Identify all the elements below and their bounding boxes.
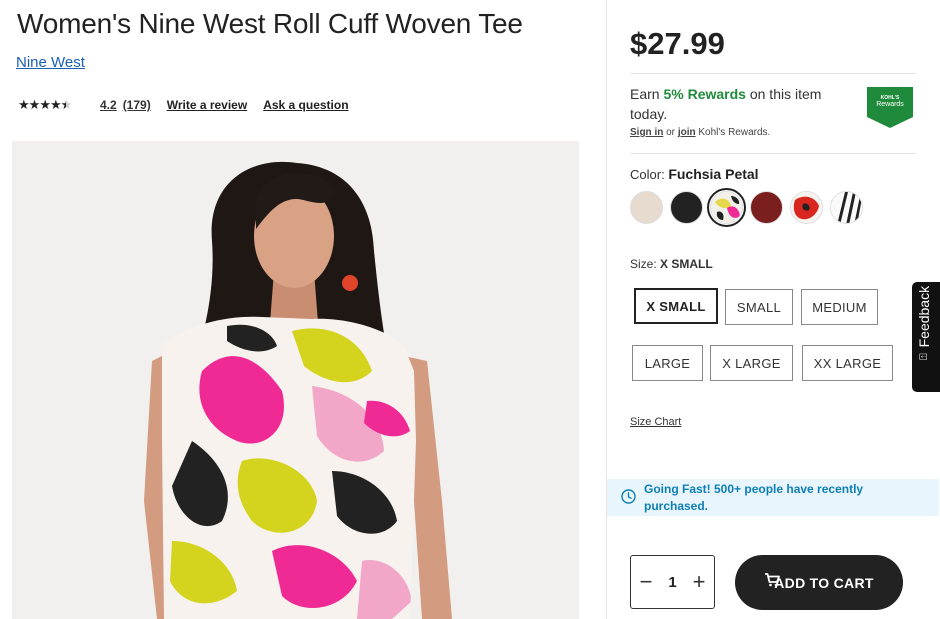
urgency-banner: Going Fast! 500+ people have recently pu… [607, 479, 939, 516]
model-photo [12, 141, 579, 619]
kohls-rewards-badge-icon: KOHL'S Rewards [867, 87, 913, 128]
purchase-panel: $27.99 Earn 5% Rewards on this item toda… [606, 0, 940, 619]
star-half-icon: ★ [60, 97, 73, 112]
sign-in-link[interactable]: Sign in [630, 127, 663, 138]
star-icon: ★ [39, 97, 51, 112]
divider [630, 73, 916, 74]
decrease-quantity-button[interactable]: − [637, 571, 655, 593]
selected-size-name: X SMALL [660, 257, 713, 271]
star-icon: ★ [49, 97, 62, 112]
color-swatches [630, 188, 863, 227]
color-label: Color: Fuchsia Petal [630, 166, 759, 182]
rating-row: ★ ★ ★ ★ ★ 4.2 (179) Write a review Ask a… [18, 97, 349, 113]
size-option-large[interactable]: LARGE [632, 345, 703, 381]
swatch-red-print[interactable] [790, 191, 823, 224]
size-label: Size: X SMALL [630, 257, 713, 271]
swatch-black-white-stripe[interactable] [830, 191, 863, 224]
star-icon: ★ [18, 97, 30, 112]
swatch-beige[interactable] [630, 191, 663, 224]
quantity-value[interactable]: 1 [668, 574, 676, 591]
price: $27.99 [630, 26, 725, 61]
product-title: Women's Nine West Roll Cuff Woven Tee [17, 8, 523, 39]
ask-question-link[interactable]: Ask a question [263, 98, 348, 112]
add-to-cart-button[interactable]: ADD TO CART [735, 555, 903, 610]
join-link[interactable]: join [678, 127, 696, 138]
size-option-x-small[interactable]: X SMALL [634, 288, 718, 324]
cart-icon [765, 573, 780, 587]
star-icon: ★ [28, 97, 41, 112]
swatch-burgundy[interactable] [750, 191, 783, 224]
quantity-stepper: − 1 + [630, 555, 715, 609]
write-review-link[interactable]: Write a review [167, 98, 247, 112]
product-image[interactable] [12, 141, 579, 619]
increase-quantity-button[interactable]: + [690, 571, 708, 593]
swatch-fuchsia-petal[interactable] [707, 188, 746, 227]
feedback-icon: ⍐ [917, 353, 930, 360]
size-option-x-large[interactable]: X LARGE [710, 345, 793, 381]
urgency-text: Going Fast! 500+ people have recently pu… [644, 482, 864, 513]
size-option-medium[interactable]: MEDIUM [801, 289, 878, 325]
size-option-small[interactable]: SMALL [725, 289, 793, 325]
swatch-black[interactable] [670, 191, 703, 224]
svg-text:Rewards: Rewards [876, 101, 904, 108]
size-option-xx-large[interactable]: XX LARGE [802, 345, 893, 381]
add-to-cart-label: ADD TO CART [774, 574, 874, 591]
selected-color-name: Fuchsia Petal [668, 166, 759, 182]
rewards-message: Earn 5% Rewards on this item today. [630, 86, 822, 122]
divider [630, 153, 916, 154]
rewards-signin-row: Sign in or join Kohl's Rewards. [630, 127, 771, 138]
brand-link[interactable]: Nine West [16, 54, 85, 71]
rating-value[interactable]: 4.2 [100, 98, 117, 112]
rewards-percent: 5% Rewards [663, 86, 746, 102]
feedback-tab[interactable]: ⍐ Feedback [912, 282, 940, 392]
review-count[interactable]: (179) [123, 98, 151, 112]
size-chart-link[interactable]: Size Chart [630, 416, 681, 428]
clock-icon [621, 489, 636, 504]
star-rating[interactable]: ★ ★ ★ ★ ★ [18, 97, 86, 113]
feedback-label: ⍐ Feedback [916, 285, 932, 360]
